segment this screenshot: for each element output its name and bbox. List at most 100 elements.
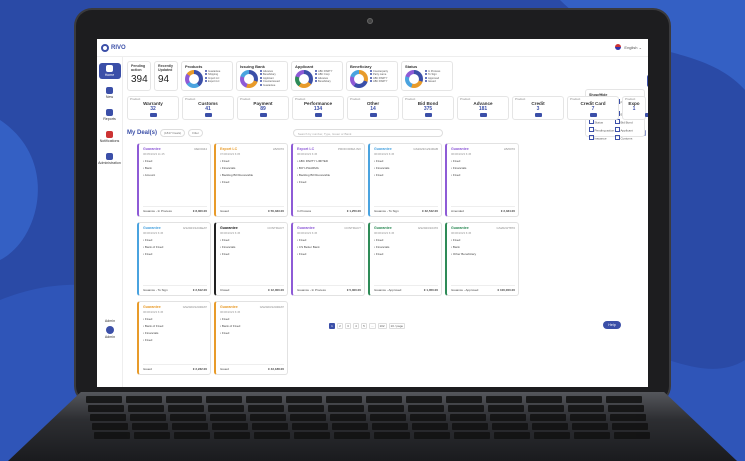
product-card[interactable]: Product Payment 89	[237, 96, 289, 120]
product-card[interactable]: Product Warranty 32	[127, 96, 179, 120]
filter-button[interactable]: Filter	[188, 129, 203, 137]
deal-reference: GS2023/1234RAT	[259, 305, 284, 309]
product-open-button[interactable]	[425, 113, 432, 117]
page-size-select[interactable]: 10 / page	[388, 323, 406, 329]
product-card[interactable]: Product Performance 134	[292, 96, 344, 120]
product-open-button[interactable]	[370, 113, 377, 117]
keyboard-key	[130, 414, 166, 421]
deals-count: (1847 Deals)	[160, 129, 186, 137]
deal-card[interactable]: GuaranteeCONTRACT06/06/2023 6:45FixedFin…	[214, 222, 288, 296]
product-open-button[interactable]	[260, 113, 267, 117]
page-button[interactable]: 2	[337, 323, 343, 329]
product-card[interactable]: Product Advance 181	[457, 96, 509, 120]
sidebar-item-new[interactable]: New	[99, 85, 121, 101]
keyboard-key	[408, 405, 444, 412]
deal-status: Issued	[220, 209, 229, 213]
deal-card[interactable]: Export LCPROFORMA INV06/06/2023 6:45ABC …	[291, 143, 365, 217]
deal-detail: Fixed	[374, 173, 438, 177]
deal-status: Issued	[220, 367, 229, 371]
product-open-button[interactable]	[590, 113, 597, 117]
deal-status: Issuance - In Process	[143, 209, 172, 213]
keyboard-key	[92, 423, 128, 430]
keyboard-key	[532, 423, 568, 430]
product-count: 7	[591, 106, 595, 112]
keyboard-key	[286, 396, 322, 403]
deal-card[interactable]: GuaranteeREF004406/05/2023 11:45FixedBan…	[137, 143, 211, 217]
deal-detail: Financials	[374, 245, 438, 249]
page-button[interactable]: 3	[345, 323, 351, 329]
keyboard-key	[490, 414, 526, 421]
show-hide-option[interactable]: Customs	[615, 135, 641, 141]
keyboard-key	[368, 405, 404, 412]
product-card[interactable]: Product Expo 1	[622, 96, 648, 120]
language-selector[interactable]: English ⌄	[615, 44, 642, 50]
product-card[interactable]: Product Customs 41	[182, 96, 234, 120]
product-open-button[interactable]	[205, 113, 212, 117]
product-row: Product Warranty 32 Product Customs 41 Product…	[127, 96, 648, 120]
sidebar-item-reports[interactable]: Reports	[99, 107, 121, 123]
deal-card[interactable]: GuaranteeGS2023/1234EAT06/06/2023 6:45Fi…	[137, 222, 211, 296]
deal-card[interactable]: GuaranteeGS2023/1234RAB06/06/2023 6:45Fi…	[368, 143, 442, 217]
page-button[interactable]: 4	[353, 323, 359, 329]
product-open-button[interactable]	[535, 113, 542, 117]
panel-toggle-button[interactable]	[647, 75, 648, 87]
deal-detail: Fixed	[297, 238, 361, 242]
deal-card[interactable]: GuaranteeGS2023/1234RAT06/06/2023 6:45Fi…	[137, 301, 211, 375]
deal-card[interactable]: GuaranteeLB/007006/06/2023 6:45FixedFina…	[445, 143, 519, 217]
logo-text: RIVO	[111, 44, 126, 51]
page-button[interactable]: 102	[377, 323, 387, 329]
keyboard-key	[294, 432, 330, 439]
page-button[interactable]: ...	[369, 323, 376, 329]
deal-amount: € 32,542.00	[422, 209, 438, 213]
keyboard-key	[86, 396, 122, 403]
keyboard-key	[334, 432, 370, 439]
deal-card[interactable]: GuaranteeGS2023/787006/06/2023 6:45Fixed…	[445, 222, 519, 296]
show-hide-option[interactable]: Pending action	[589, 127, 615, 133]
stat-recently-updated[interactable]: Recently Updated 94	[154, 61, 178, 91]
sidebar-item-notifications[interactable]: Notifications	[99, 129, 121, 145]
donut-products[interactable]: Products Guarantee Shipping Import LC Export…	[181, 61, 233, 91]
deal-detail: Bank	[143, 166, 207, 170]
deal-card[interactable]: GuaranteeGS2023/1047006/06/2023 6:45Fixe…	[368, 222, 442, 296]
deal-detail: Other Beneficiary	[451, 252, 515, 256]
keyboard-key	[94, 432, 130, 439]
page-button[interactable]: 5	[361, 323, 367, 329]
product-open-button[interactable]	[645, 113, 648, 117]
donut-issuing-bank[interactable]: Issuing Bank Advance Beneficiary Applicant C…	[236, 61, 288, 91]
keyboard-key	[206, 396, 242, 403]
donut-applicant[interactable]: Applicant ABC PARTY ABC Corp Advance Benefic…	[291, 61, 343, 91]
donut-beneficiary[interactable]: Beneficiary Counterparty Party name ABC PAR…	[346, 61, 398, 91]
help-button[interactable]: Help	[603, 321, 621, 329]
keyboard-key	[254, 432, 290, 439]
keyboard-key	[88, 405, 124, 412]
keyboard-key	[486, 396, 522, 403]
product-card[interactable]: Product Bid Bond 375	[402, 96, 454, 120]
deal-detail: Fixed	[297, 180, 361, 184]
product-open-button[interactable]	[315, 113, 322, 117]
keyboard-key	[406, 396, 442, 403]
product-card[interactable]: Product Credit 3	[512, 96, 564, 120]
donut-status[interactable]: Status In Process To Sign Approved Issued	[401, 61, 453, 91]
show-hide-option[interactable]: Issuance	[589, 135, 615, 141]
deal-card[interactable]: GuaranteeCONTRACT06/06/2023 6:45FixedCS …	[291, 222, 365, 296]
page-button[interactable]: 1	[329, 323, 335, 329]
flag-icon	[615, 44, 622, 50]
deal-status: Issuance - To Sign	[374, 209, 399, 213]
deal-card[interactable]: GuaranteeGS2023/1234RAT06/06/2023 6:45Fi…	[214, 301, 288, 375]
product-card[interactable]: Product Other 14	[347, 96, 399, 120]
keyboard-key	[290, 414, 326, 421]
sidebar-item-administration[interactable]: Administration	[98, 151, 121, 167]
product-count: 1	[632, 106, 636, 112]
deal-detail: Fixed	[451, 159, 515, 163]
product-open-button[interactable]	[150, 113, 157, 117]
product-card[interactable]: Product Credit Card 7	[567, 96, 619, 120]
app-logo[interactable]: RIVO	[101, 43, 126, 52]
user-profile[interactable]: Admin Admin	[101, 319, 119, 339]
deal-date: 06/06/2023 6:45	[143, 231, 164, 235]
product-open-button[interactable]	[480, 113, 487, 117]
sidebar-item-home[interactable]: Home	[98, 63, 121, 79]
deals-search-input[interactable]: Search by number, Type, Issuer or Bank	[292, 129, 443, 137]
deal-card[interactable]: Export LCLB/007007/06/2023 6:05FixedFina…	[214, 143, 288, 217]
show-hide-option[interactable]: Applicant	[615, 127, 641, 133]
stat-pending-action[interactable]: Pending action 394	[127, 61, 151, 91]
